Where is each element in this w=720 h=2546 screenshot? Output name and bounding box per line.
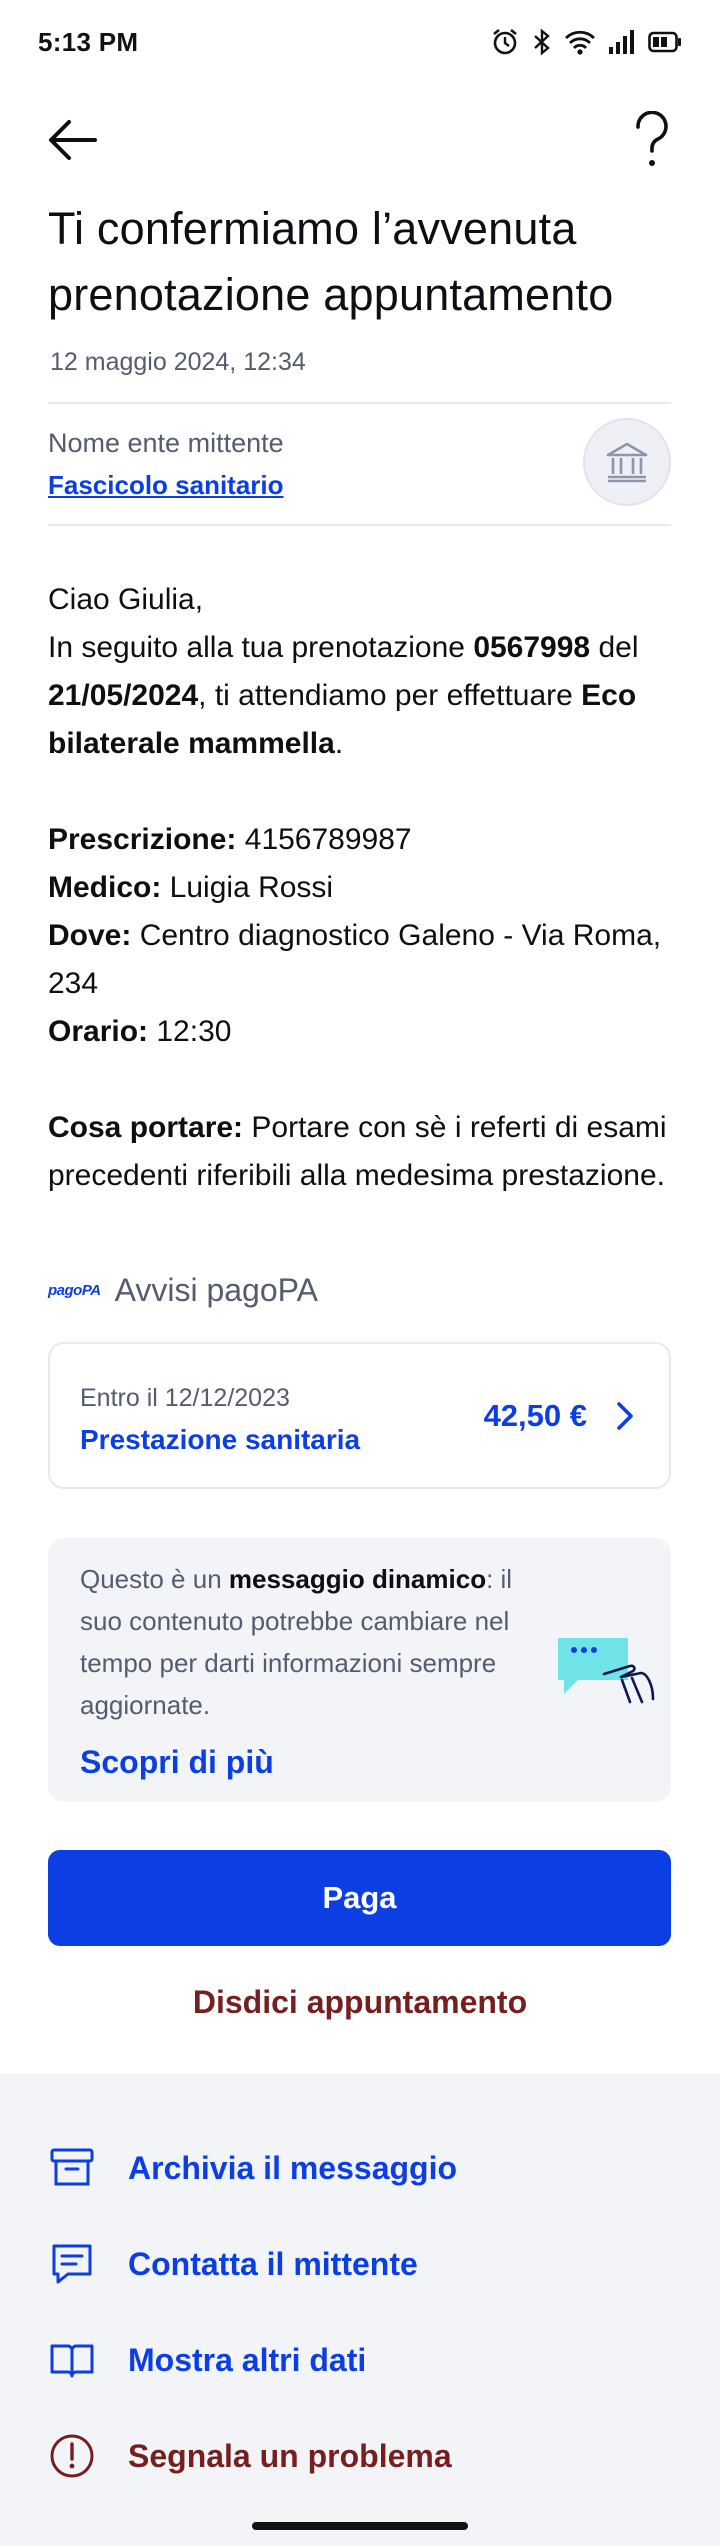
divider [48, 524, 671, 526]
payment-notice-card[interactable]: Entro il 12/12/2023 Prestazione sanitari… [48, 1342, 671, 1489]
payment-amount: 42,50 € [483, 1398, 587, 1433]
home-indicator[interactable] [252, 2522, 468, 2530]
message-actions: Archivia il messaggio Contatta il mitten… [0, 2074, 720, 2546]
nav-bar [0, 100, 720, 180]
sender-label: Nome ente mittente [48, 428, 284, 458]
dynamic-message-text: Questo è un messaggio dinamico: il suo c… [80, 1564, 513, 1720]
contact-sender-label: Contatta il mittente [128, 2245, 418, 2282]
what-to-bring: Cosa portare: Portare con sè i referti d… [48, 1111, 667, 1192]
question-mark-icon [636, 111, 668, 166]
help-button[interactable] [620, 108, 684, 172]
signal-icon [609, 30, 634, 54]
wifi-icon [565, 30, 595, 55]
prescription-row: Prescrizione: 4156789987 [48, 823, 412, 856]
booking-code: 0567998 [473, 631, 591, 664]
alarm-icon [493, 28, 517, 55]
time-row: Orario: 12:30 [48, 1015, 232, 1048]
battery-icon [648, 31, 681, 53]
cancel-appointment-button[interactable]: Disdici appuntamento [0, 1984, 720, 2021]
pagopa-section-header: pagoPA Avvisi pagoPA [48, 1272, 318, 1309]
dynamic-message-banner: Questo è un messaggio dinamico: il suo c… [48, 1538, 671, 1802]
status-icons [490, 27, 682, 57]
chat-touch-illustration-icon [558, 1638, 655, 1704]
doctor-row: Medico: Luigia Rossi [48, 871, 334, 904]
alert-icon [48, 2432, 96, 2480]
message-body: Ciao Giulia, In seguito alla tua prenota… [48, 576, 678, 768]
arrow-left-icon [49, 120, 97, 160]
booking-paragraph: In seguito alla tua prenotazione 0567998… [48, 631, 639, 760]
appointment-details: Prescrizione: 4156789987 Medico: Luigia … [48, 816, 678, 1056]
archive-message-action[interactable]: Archivia il messaggio [48, 2136, 678, 2200]
report-problem-action[interactable]: Segnala un problema [48, 2424, 678, 2488]
payment-name: Prestazione sanitaria [80, 1424, 361, 1455]
sender-avatar [583, 418, 671, 506]
archive-message-label: Archivia il messaggio [128, 2149, 458, 2186]
location-row: Dove: Centro diagnostico Galeno - Via Ro… [48, 919, 662, 1000]
booking-date: 21/05/2024 [48, 679, 199, 712]
institution-icon [606, 442, 648, 483]
status-time: 5:13 PM [38, 26, 139, 57]
divider [48, 402, 671, 404]
pagopa-section-title: Avvisi pagoPA [114, 1272, 318, 1308]
pagopa-logo: pagoPA [48, 1282, 101, 1299]
greeting: Ciao Giulia, [48, 583, 204, 616]
learn-more-link[interactable]: Scopri di più [80, 1744, 274, 1781]
report-problem-label: Segnala un problema [128, 2437, 452, 2474]
sender-link[interactable]: Fascicolo sanitario [48, 470, 284, 501]
chat-icon [48, 2240, 96, 2288]
payment-due-date: Entro il 12/12/2023 [80, 1384, 290, 1412]
bluetooth-icon [534, 28, 550, 56]
status-bar: 5:13 PM [0, 0, 720, 84]
back-button[interactable] [40, 108, 104, 172]
chevron-right-icon [607, 1396, 643, 1436]
page-title: Ti confermiamo l’avvenuta prenotazione a… [48, 203, 614, 320]
pay-button[interactable]: Paga [48, 1850, 671, 1946]
archive-icon [48, 2144, 96, 2192]
book-icon [48, 2336, 96, 2384]
show-more-data-label: Mostra altri dati [128, 2341, 367, 2378]
show-more-data-action[interactable]: Mostra altri dati [48, 2328, 678, 2392]
message-date: 12 maggio 2024, 12:34 [50, 348, 306, 376]
contact-sender-action[interactable]: Contatta il mittente [48, 2232, 678, 2296]
